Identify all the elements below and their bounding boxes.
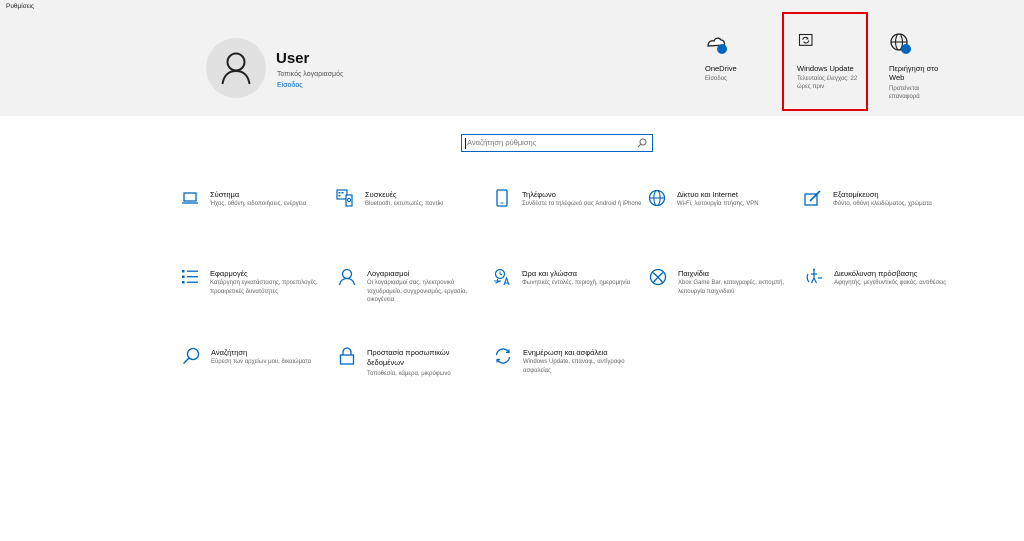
category-description: Εύρεση των αρχείων μου, δικαιώματα bbox=[211, 359, 312, 365]
category-description: Wi-Fi, λειτουργία πτήσης, VPN bbox=[677, 201, 759, 207]
time-language-icon bbox=[494, 268, 510, 286]
search-input[interactable]: Αναζήτηση ρύθμισης bbox=[461, 134, 653, 152]
search-icon bbox=[637, 138, 647, 148]
window-title: Ρυθμίσεις bbox=[6, 3, 35, 10]
web-browsing-subtitle: Προτείνεται επαναφορά bbox=[889, 86, 920, 100]
devices-icon bbox=[336, 189, 353, 207]
category-title: Ώρα και γλώσσα bbox=[522, 269, 577, 278]
category-description: Αφηγητής, μεγεθυντικός φακός, αντιθέσεις bbox=[834, 280, 947, 286]
category-title: Λογαριασμοί bbox=[367, 269, 410, 278]
account-header: User Τοπικός λογαριασμός Είσοδος OneDriv… bbox=[0, 14, 1024, 116]
category-title: Τηλέφωνο bbox=[522, 190, 556, 199]
category-description: Συνδέστε το τηλέφωνό σας Android ή iPhon… bbox=[522, 201, 642, 207]
category-title: Δίκτυο και Internet bbox=[677, 190, 738, 199]
onedrive-subtitle: Είσοδος bbox=[705, 76, 727, 82]
text-caret bbox=[465, 138, 466, 149]
personalization-icon bbox=[804, 190, 821, 206]
category-title: Σύστημα bbox=[210, 190, 240, 199]
onedrive-title: OneDrive bbox=[705, 64, 737, 73]
category-title: Προστασία προσωπικών δεδομένων bbox=[367, 348, 450, 367]
category-description: Φόντο, οθόνη κλειδώματος, χρώματα bbox=[833, 201, 932, 207]
onedrive-icon bbox=[707, 37, 727, 54]
search-placeholder: Αναζήτηση ρύθμισης bbox=[467, 138, 537, 147]
category-description: Ήχος, οθόνη, ειδοποιήσεις, ενέργεια bbox=[210, 201, 307, 207]
category-description: Φωνητικές εντολές, περιοχή, ημερομηνία bbox=[522, 280, 631, 286]
category-title: Παιχνίδια bbox=[678, 269, 709, 278]
laptop-icon bbox=[182, 192, 198, 204]
category-description: Bluetooth, εκτυπωτές, ποντίκι bbox=[365, 201, 444, 207]
xbox-icon bbox=[649, 268, 667, 286]
search-icon bbox=[183, 347, 200, 364]
update-icon bbox=[495, 348, 511, 364]
accessibility-icon bbox=[806, 268, 822, 284]
lock-icon bbox=[339, 347, 355, 365]
category-title: Ενημέρωση και ασφάλεια bbox=[523, 348, 608, 357]
category-title: Εξατομίκευση bbox=[833, 190, 879, 199]
globe-icon bbox=[890, 33, 911, 54]
avatar[interactable] bbox=[206, 38, 266, 98]
onedrive-item[interactable]: OneDrive Είσοδος bbox=[705, 32, 765, 102]
person-icon bbox=[338, 268, 356, 286]
category-description: Xbox Game Bar, καταγραφές, εκπομπή, λειτ… bbox=[678, 280, 785, 295]
category-title: Διευκόλυνση πρόσβασης bbox=[834, 269, 918, 278]
category-description: Τοποθεσία, κάμερα, μικρόφωνο bbox=[367, 371, 451, 377]
category-title: Συσκευές bbox=[365, 190, 397, 199]
web-browsing-item[interactable]: Περιήγηση στο Web Προτείνεται επαναφορά bbox=[889, 32, 959, 112]
web-browsing-title: Περιήγηση στο Web bbox=[889, 64, 939, 82]
category-description: Κατάργηση εγκατάστασης, προεπιλογές, προ… bbox=[210, 280, 318, 295]
globe-icon bbox=[648, 189, 666, 207]
title-bar: Ρυθμίσεις bbox=[0, 0, 1024, 14]
person-icon bbox=[221, 52, 251, 85]
category-title: Αναζήτηση bbox=[211, 348, 248, 357]
sign-in-link[interactable]: Είσοδος bbox=[277, 82, 303, 89]
apps-icon bbox=[182, 270, 198, 284]
account-type: Τοπικός λογαριασμός bbox=[277, 71, 344, 78]
category-description: Windows Update, επαναφ., αντίγραφο ασφαλ… bbox=[523, 359, 625, 374]
account-name: User bbox=[276, 50, 310, 67]
phone-icon bbox=[496, 189, 508, 207]
category-title: Εφαρμογές bbox=[210, 269, 248, 278]
highlight-box bbox=[782, 12, 868, 111]
category-description: Οι λογαριασμοί σας, ηλεκτρονικό ταχυδρομ… bbox=[367, 280, 468, 303]
